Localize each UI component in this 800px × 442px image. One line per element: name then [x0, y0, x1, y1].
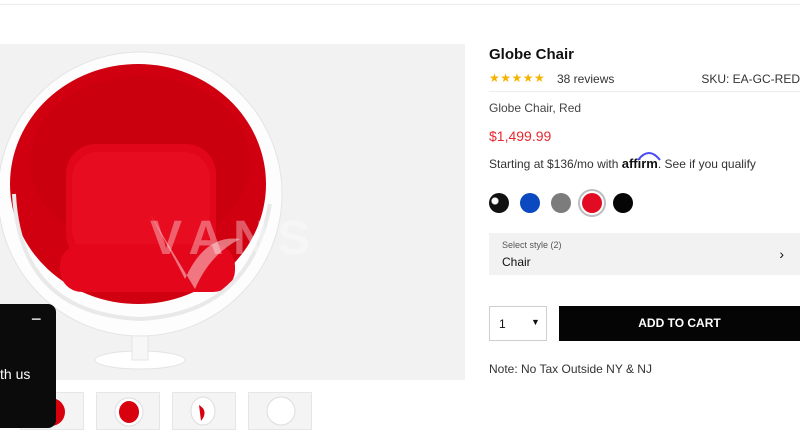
chat-widget-text: th us	[0, 366, 31, 382]
financing-prefix: Starting at $136/mo with	[489, 157, 619, 171]
style-selector[interactable]: Select style (2) Chair ›	[489, 233, 800, 275]
thumbnail-2[interactable]	[96, 392, 160, 430]
swatch-black[interactable]	[613, 193, 633, 213]
swatch-grey[interactable]	[551, 193, 571, 213]
minimize-icon[interactable]: −	[31, 310, 42, 328]
reviews-link[interactable]: 38 reviews	[557, 72, 614, 86]
tax-note: Note: No Tax Outside NY & NJ	[489, 362, 652, 376]
add-to-cart-button[interactable]: ADD TO CART	[559, 306, 800, 341]
affirm-arc-icon	[636, 152, 661, 161]
info-divider	[489, 91, 800, 92]
swatch-red[interactable]	[578, 189, 606, 217]
caret-down-icon: ▼	[531, 317, 540, 327]
globe-chair-image: VANS	[0, 51, 310, 370]
style-selector-value: Chair	[502, 255, 531, 269]
thumbnail-3[interactable]	[172, 392, 236, 430]
financing-text: Starting at $136/mo with affirm. See if …	[489, 152, 756, 171]
chevron-right-icon: ›	[779, 246, 784, 262]
thumbnail-4[interactable]	[248, 392, 312, 430]
product-title: Globe Chair	[489, 46, 575, 63]
swatch-black-white[interactable]	[489, 193, 509, 213]
style-selector-label: Select style (2)	[502, 240, 562, 250]
affirm-logo: affirm	[622, 152, 661, 171]
rating-row: ★★★★★ 38 reviews SKU: EA-GC-RED	[489, 71, 800, 89]
product-sku: SKU: EA-GC-RED	[701, 72, 800, 86]
quantity-value: 1	[499, 317, 506, 331]
product-main-image[interactable]: VANS	[0, 44, 465, 380]
swatch-blue[interactable]	[520, 193, 540, 213]
chat-widget[interactable]: − th us	[0, 304, 56, 428]
product-subtitle: Globe Chair, Red	[489, 101, 582, 115]
header-divider	[0, 4, 800, 5]
see-if-you-qualify-link[interactable]: . See if you qualify	[658, 157, 756, 171]
star-rating-icon: ★★★★★	[489, 71, 546, 85]
quantity-select[interactable]: 1 ▼	[489, 306, 547, 341]
product-price: $1,499.99	[489, 128, 552, 144]
